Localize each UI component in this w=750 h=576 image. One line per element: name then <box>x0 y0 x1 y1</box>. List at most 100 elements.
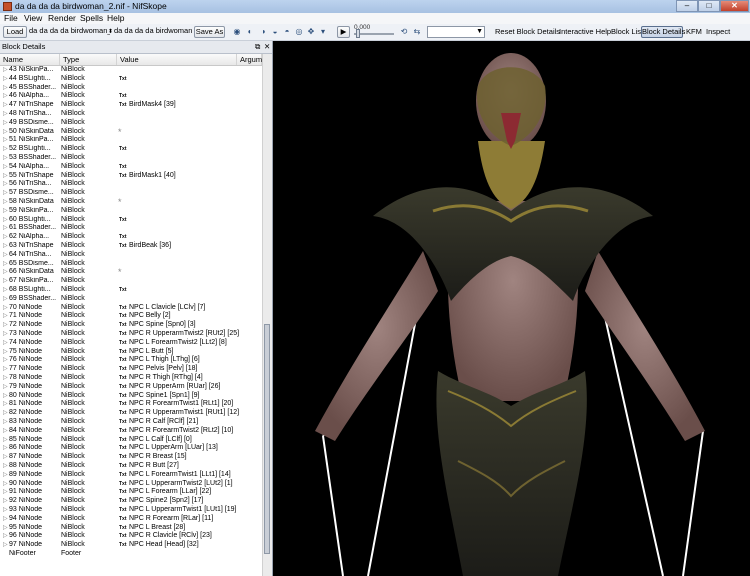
expand-arrow-icon[interactable]: ▷ <box>3 515 8 524</box>
scrollbar-thumb[interactable] <box>264 324 270 554</box>
block-row[interactable]: ▷ 53 BSShader... NiBlock <box>0 154 262 163</box>
interactive-help-button[interactable]: Interactive Help <box>559 26 611 38</box>
block-row[interactable]: ▷ 71 NiNode NiBlock Txt NPC Belly [2] <box>0 312 262 321</box>
play-button[interactable]: ▶ <box>337 26 350 38</box>
block-row[interactable]: ▷ 97 NiNode NiBlock Txt NPC Head [Head] [32] <box>0 541 262 550</box>
block-row[interactable]: ▷ 83 NiNode NiBlock Txt NPC R Calf [RClf] [2… <box>0 418 262 427</box>
block-row[interactable]: ▷ 52 BSLighti... NiBlock Txt <box>0 145 262 154</box>
block-row[interactable]: ▷ 60 BSLighti... NiBlock Txt <box>0 216 262 225</box>
column-name[interactable]: Name <box>0 54 60 65</box>
column-argument[interactable]: Argum <box>237 54 262 65</box>
expand-arrow-icon[interactable]: ▷ <box>3 524 8 533</box>
kfm-button[interactable]: KFM <box>686 26 702 38</box>
block-row[interactable]: ▷ 56 NiTriSha... NiBlock <box>0 180 262 189</box>
block-row[interactable]: ▷ 65 BSDisme... NiBlock <box>0 260 262 269</box>
block-row[interactable]: ▷ 49 BSDisme... NiBlock <box>0 119 262 128</box>
block-row[interactable]: ▷ 90 NiNode NiBlock Txt NPC L UpperarmTwist2… <box>0 480 262 489</box>
block-row[interactable]: ▷ 51 NiSkinPa... NiBlock <box>0 136 262 145</box>
block-row[interactable]: ▷ 43 NiSkinPa... NiBlock <box>0 66 262 75</box>
expand-arrow-icon[interactable]: ▷ <box>3 277 8 286</box>
block-row[interactable]: ▷ 58 NiSkinData NiBlock * <box>0 198 262 207</box>
expand-arrow-icon[interactable]: ▷ <box>3 295 8 304</box>
block-row[interactable]: ▷ 87 NiNode NiBlock Txt NPC R Breast [15] <box>0 453 262 462</box>
block-row[interactable]: ▷ 50 NiSkinData NiBlock * <box>0 127 262 137</box>
expand-arrow-icon[interactable]: ▷ <box>3 119 8 128</box>
block-row[interactable]: ▷ 48 NiTriSha... NiBlock <box>0 110 262 119</box>
expand-arrow-icon[interactable]: ▷ <box>3 444 8 453</box>
block-row[interactable]: ▷ 80 NiNode NiBlock Txt NPC Spine1 [Spn1] [9… <box>0 392 262 401</box>
block-row[interactable]: ▷ 68 BSLighti... NiBlock Txt <box>0 286 262 295</box>
expand-arrow-icon[interactable]: ▷ <box>3 409 8 418</box>
view-front-icon[interactable]: ◐ <box>245 27 255 37</box>
expand-arrow-icon[interactable]: ▷ <box>3 233 8 242</box>
block-row[interactable]: ▷ 94 NiNode NiBlock Txt NPC R Forearm [RLar]… <box>0 515 262 524</box>
expand-arrow-icon[interactable]: ▷ <box>3 172 8 181</box>
block-row[interactable]: ▷ 78 NiNode NiBlock Txt NPC R Thigh [RThg] [… <box>0 374 262 383</box>
load-button[interactable]: Load <box>3 26 27 38</box>
vertical-scrollbar[interactable] <box>262 54 272 576</box>
expand-arrow-icon[interactable]: ▷ <box>3 145 8 154</box>
block-row[interactable]: ▷ 77 NiNode NiBlock Txt NPC Pelvis [Pelv] [1… <box>0 365 262 374</box>
expand-arrow-icon[interactable]: ▷ <box>3 189 8 198</box>
block-row[interactable]: ▷ 95 NiNode NiBlock Txt NPC L Breast [28] <box>0 524 262 533</box>
expand-arrow-icon[interactable]: ▷ <box>3 224 8 233</box>
expand-arrow-icon[interactable]: ▷ <box>3 339 8 348</box>
block-row[interactable]: ▷ 73 NiNode NiBlock Txt NPC R UpperarmTwist2… <box>0 330 262 339</box>
expand-arrow-icon[interactable]: ▷ <box>3 436 8 445</box>
block-row[interactable]: ▷ 85 NiNode NiBlock Txt NPC L Calf [LClf] [0… <box>0 436 262 445</box>
expand-arrow-icon[interactable]: ▷ <box>3 101 8 110</box>
expand-arrow-icon[interactable]: ▷ <box>3 136 8 145</box>
block-row[interactable]: ▷ 70 NiNode NiBlock Txt NPC L Clavicle [LClv… <box>0 304 262 313</box>
menu-spells[interactable]: Spells <box>80 13 103 24</box>
expand-arrow-icon[interactable]: ▷ <box>3 286 8 295</box>
block-row[interactable]: ▷ 45 BSShader... NiBlock <box>0 84 262 93</box>
view-walk-icon[interactable]: ✥ <box>306 27 316 37</box>
column-value[interactable]: Value <box>117 54 237 65</box>
block-row[interactable]: ▷ 59 NiSkinPa... NiBlock <box>0 207 262 216</box>
expand-arrow-icon[interactable]: ▷ <box>3 163 8 172</box>
block-row[interactable]: ▷ 61 BSShader... NiBlock <box>0 224 262 233</box>
minimize-button[interactable]: – <box>676 0 698 12</box>
path-spinner-icon[interactable]: ⬍ <box>108 26 113 38</box>
expand-arrow-icon[interactable]: ▷ <box>3 374 8 383</box>
float-panel-icon[interactable]: ⧉ <box>255 42 260 52</box>
expand-arrow-icon[interactable]: ▷ <box>3 312 8 321</box>
time-slider[interactable] <box>354 33 394 35</box>
block-row[interactable]: ▷ 79 NiNode NiBlock Txt NPC R UpperArm [RUar… <box>0 383 262 392</box>
animation-select[interactable]: ▼ <box>427 26 485 38</box>
expand-arrow-icon[interactable]: ▷ <box>3 383 8 392</box>
block-row[interactable]: ▷ 54 NiAlpha... NiBlock Txt <box>0 163 262 172</box>
block-row[interactable]: NiFooter Footer <box>0 550 262 559</box>
block-row[interactable]: ▷ 89 NiNode NiBlock Txt NPC L ForearmTwist1 … <box>0 471 262 480</box>
column-type[interactable]: Type <box>60 54 117 65</box>
block-row[interactable]: ▷ 93 NiNode NiBlock Txt NPC L UpperarmTwist1… <box>0 506 262 515</box>
block-row[interactable]: ▷ 84 NiNode NiBlock Txt NPC R ForearmTwist2 … <box>0 427 262 436</box>
block-row[interactable]: ▷ 44 BSLighti... NiBlock Txt <box>0 75 262 84</box>
block-row[interactable]: ▷ 92 NiNode NiBlock Txt NPC Spine2 [Spn2] [1… <box>0 497 262 506</box>
time-slider-thumb[interactable] <box>356 29 360 38</box>
block-row[interactable]: ▷ 75 NiNode NiBlock Txt NPC L Butt [5] <box>0 348 262 357</box>
expand-arrow-icon[interactable]: ▷ <box>3 321 8 330</box>
expand-arrow-icon[interactable]: ▷ <box>3 365 8 374</box>
view-top-icon[interactable]: ◓ <box>282 27 292 37</box>
expand-arrow-icon[interactable]: ▷ <box>3 400 8 409</box>
expand-arrow-icon[interactable]: ▷ <box>3 471 8 480</box>
expand-arrow-icon[interactable]: ▷ <box>3 532 8 541</box>
block-row[interactable]: ▷ 63 NiTriShape NiBlock Txt BirdBeak [36] <box>0 242 262 251</box>
menu-render[interactable]: Render <box>48 13 76 24</box>
expand-arrow-icon[interactable]: ▷ <box>3 242 8 251</box>
expand-arrow-icon[interactable]: ▷ <box>3 330 8 339</box>
expand-arrow-icon[interactable]: ▷ <box>3 506 8 515</box>
view-side-icon[interactable]: ◒ <box>270 27 280 37</box>
expand-arrow-icon[interactable]: ▷ <box>3 110 8 119</box>
expand-arrow-icon[interactable]: ▷ <box>3 356 8 365</box>
expand-arrow-icon[interactable]: ▷ <box>3 84 8 93</box>
switch-icon[interactable]: ⇆ <box>412 27 422 37</box>
block-row[interactable]: ▷ 76 NiNode NiBlock Txt NPC L Thigh [LThg] [… <box>0 356 262 365</box>
expand-arrow-icon[interactable]: ▷ <box>3 304 8 313</box>
block-row[interactable]: ▷ 74 NiNode NiBlock Txt NPC L ForearmTwist2 … <box>0 339 262 348</box>
block-row[interactable]: ▷ 69 BSShader... NiBlock <box>0 295 262 304</box>
block-row[interactable]: ▷ 62 NiAlpha... NiBlock Txt <box>0 233 262 242</box>
block-row[interactable]: ▷ 64 NiTriSha... NiBlock <box>0 251 262 260</box>
block-row[interactable]: ▷ 55 NiTriShape NiBlock Txt BirdMask1 [40] <box>0 172 262 181</box>
